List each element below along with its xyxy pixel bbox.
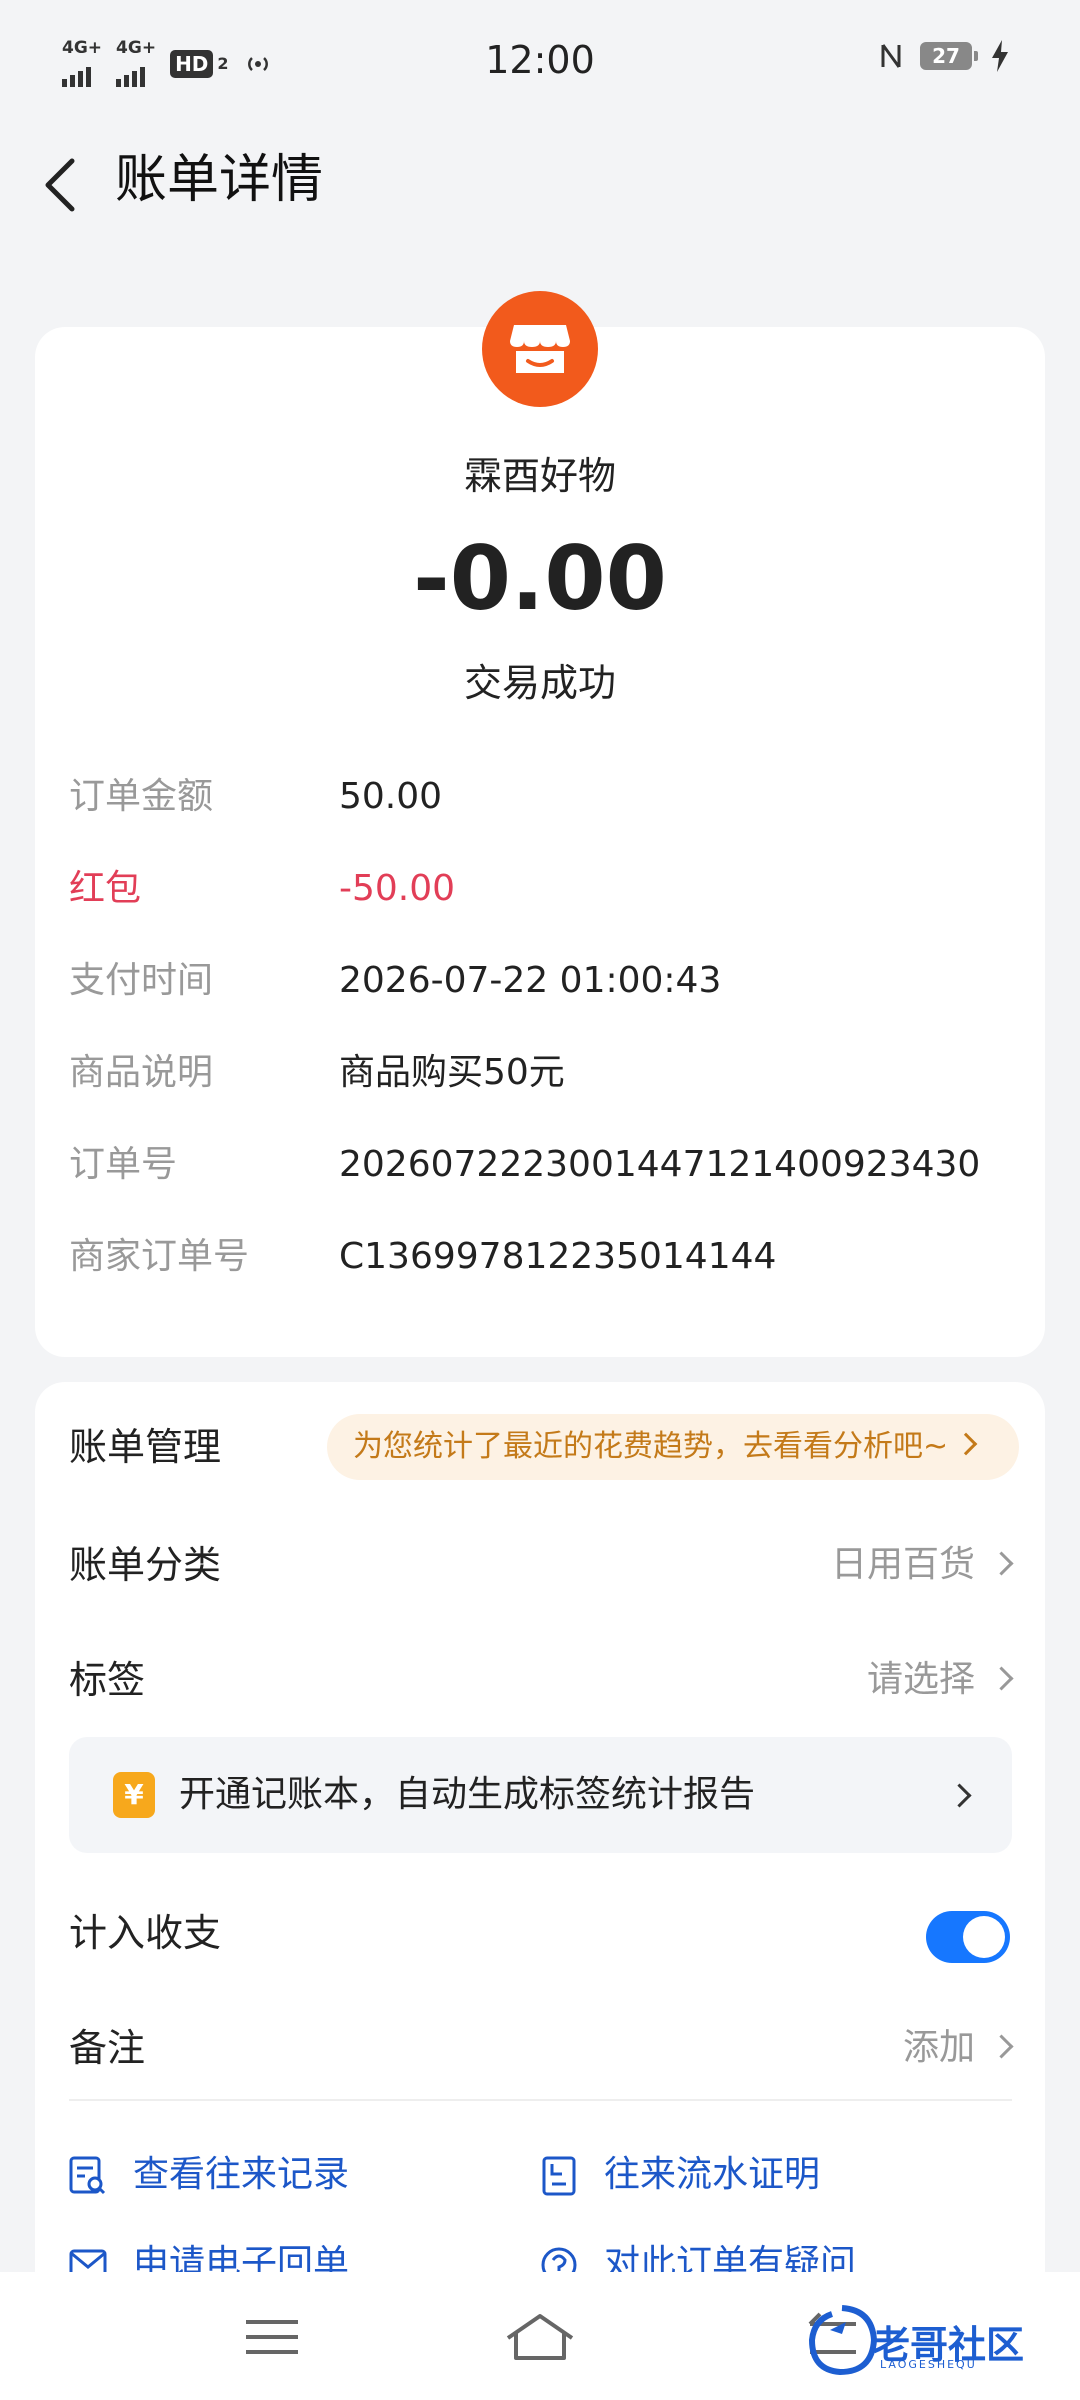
include-toggle[interactable] <box>926 1911 1010 1963</box>
detail-value: 50.00 <box>339 776 443 817</box>
status-right: 27 <box>880 40 1010 72</box>
note-row[interactable]: 备注 添加 <box>69 2008 1044 2088</box>
detail-value: 商品购买50元 <box>339 1052 565 1093</box>
detail-row-red-packet: 红包 -50.00 <box>69 859 1029 919</box>
flow-proof-link[interactable]: 往来流水证明 <box>540 2145 820 2205</box>
chevron-right-icon <box>954 1432 978 1456</box>
bookkeeping-promo-banner[interactable]: ¥ 开通记账本，自动生成标签统计报告 <box>69 1737 1012 1853</box>
detail-key: 订单金额 <box>69 776 214 817</box>
home-nav-button[interactable] <box>500 2302 580 2372</box>
bill-management-card: 账单管理 为您统计了最近的花费趋势，去看看分析吧~ 账单分类 日用百货 标签 请… <box>35 1382 1045 2284</box>
chevron-right-icon <box>989 1551 1014 1576</box>
detail-row-goods-desc: 商品说明 商品购买50元 <box>69 1043 1029 1103</box>
header: 账单详情 <box>0 125 1080 235</box>
back-arrow-icon <box>45 158 75 212</box>
transaction-status: 交易成功 <box>463 661 616 705</box>
promo-text: 开通记账本，自动生成标签统计报告 <box>179 1774 756 1815</box>
category-value-wrap: 日用百货 <box>830 1525 1014 1605</box>
merchant-logo <box>482 291 598 407</box>
chevron-right-icon <box>947 1783 972 1808</box>
detail-row-order-amount: 订单金额 50.00 <box>69 767 1029 827</box>
bill-summary-card: 霖酉好物 -0.00 交易成功 订单金额 50.00 红包 -50.00 支付时… <box>35 291 1045 1357</box>
menu-icon <box>246 2320 298 2354</box>
battery-level: 27 <box>932 44 960 68</box>
detail-key: 商家订单号 <box>69 1236 250 1277</box>
note-value: 添加 <box>902 2027 975 2068</box>
tag-row[interactable]: 标签 请选择 <box>69 1640 1044 1720</box>
trend-tip-text: 为您统计了最近的花费趋势，去看看分析吧~ <box>353 1429 949 1464</box>
watermark-subtext: LAOGESHEQU <box>880 2358 977 2371</box>
toggle-knob <box>963 1916 1005 1958</box>
charging-icon <box>992 40 1008 72</box>
tag-label: 标签 <box>69 1658 146 1702</box>
nfc-icon <box>881 44 901 68</box>
record-search-icon <box>69 2156 106 2195</box>
chevron-right-icon <box>989 1666 1014 1691</box>
detail-row-pay-time: 支付时间 2026-07-22 01:00:43 <box>69 951 1029 1011</box>
home-icon <box>506 2314 574 2360</box>
note-label: 备注 <box>69 2026 146 2070</box>
menu-nav-button[interactable] <box>232 2302 312 2372</box>
detail-value: -50.00 <box>339 868 456 909</box>
chevron-right-icon <box>989 2034 1014 2059</box>
detail-value: 2026-07-22 01:00:43 <box>339 960 722 1001</box>
bookkeeping-icon: ¥ <box>113 1772 155 1818</box>
document-icon <box>542 2156 576 2196</box>
battery-icon: 27 <box>920 42 978 70</box>
include-label: 计入收支 <box>69 1911 222 1955</box>
status-bar: 4G+ 4G+ HD 2 12:00 27 <box>0 0 1080 125</box>
link-label: 往来流水证明 <box>604 2154 821 2195</box>
detail-key: 红包 <box>69 868 142 909</box>
detail-row-order-no: 订单号 2026072223001447121400923430 <box>69 1135 1029 1195</box>
include-in-budget-row: 计入收支 <box>69 1893 1044 1973</box>
spending-trend-tip[interactable]: 为您统计了最近的花费趋势，去看看分析吧~ <box>327 1414 1019 1480</box>
detail-value[interactable]: C136997812235014144 <box>339 1227 776 1287</box>
detail-value[interactable]: 2026072223001447121400923430 <box>339 1135 980 1195</box>
shop-icon <box>510 325 570 373</box>
tag-value-wrap: 请选择 <box>866 1640 1014 1720</box>
page-title: 账单详情 <box>115 150 324 210</box>
back-button[interactable] <box>38 155 88 215</box>
management-title: 账单管理 <box>69 1425 222 1469</box>
bill-category-row[interactable]: 账单分类 日用百货 <box>69 1525 1044 1605</box>
divider <box>69 2099 1012 2101</box>
detail-key: 支付时间 <box>69 960 214 1001</box>
detail-key: 订单号 <box>69 1144 178 1185</box>
view-history-link[interactable]: 查看往来记录 <box>69 2145 349 2205</box>
category-value: 日用百货 <box>830 1544 975 1585</box>
tag-value: 请选择 <box>866 1659 975 1700</box>
detail-key: 商品说明 <box>69 1052 214 1093</box>
bill-amount: -0.00 <box>413 527 667 630</box>
link-label: 查看往来记录 <box>133 2154 350 2195</box>
watermark-logo: 老哥社区 LAOGESHEQU <box>802 2300 1062 2380</box>
category-label: 账单分类 <box>69 1543 222 1587</box>
note-value-wrap: 添加 <box>902 2008 1014 2088</box>
dragon-logo-icon <box>808 2305 878 2376</box>
merchant-name: 霖酉好物 <box>463 454 616 498</box>
detail-row-merchant-order-no: 商家订单号 C136997812235014144 <box>69 1227 1029 1287</box>
